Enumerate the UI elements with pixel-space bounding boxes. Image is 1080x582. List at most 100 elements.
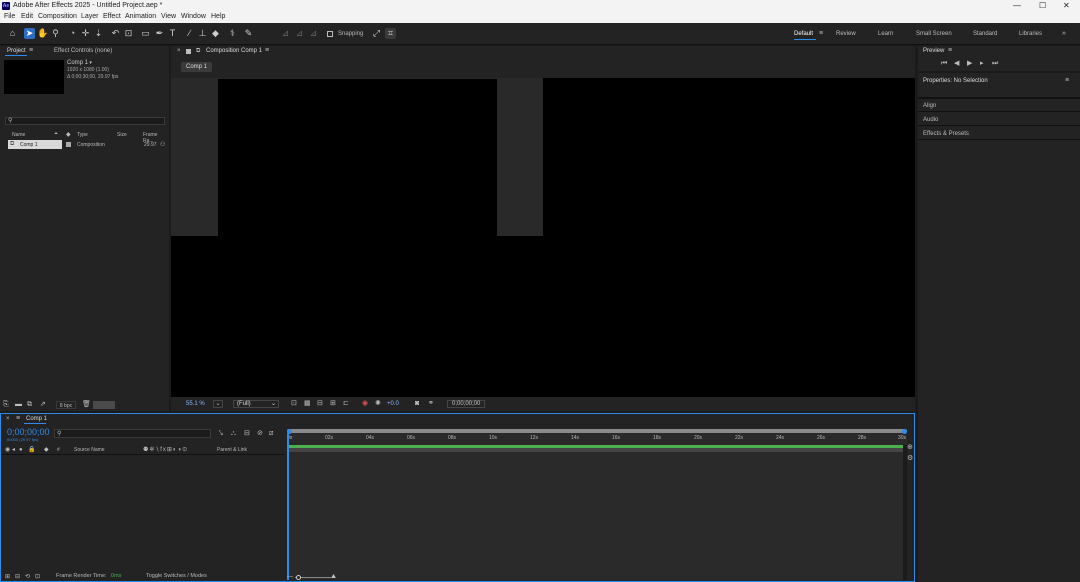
menu-window[interactable]: Window bbox=[181, 13, 206, 20]
timeline-menu-icon[interactable]: ≡ bbox=[16, 415, 20, 423]
col-type[interactable]: Type bbox=[77, 132, 88, 138]
effects-presets-section[interactable]: Effects & Presets bbox=[918, 128, 1080, 140]
draft-3d-icon[interactable]: ⛬ bbox=[231, 430, 236, 438]
region-of-interest-icon[interactable]: ⊡ bbox=[291, 400, 297, 408]
maximize-icon[interactable]: ☐ bbox=[1039, 1, 1046, 10]
preview-menu-icon[interactable]: ≡ bbox=[948, 47, 952, 55]
layer-switches-icon[interactable]: ⊞ bbox=[5, 573, 10, 581]
dolly-camera-icon[interactable]: ⇣ bbox=[93, 28, 104, 39]
label-icon[interactable]: ◆ bbox=[44, 446, 49, 454]
tab-effect-controls[interactable]: Effect Controls (none) bbox=[54, 48, 112, 54]
time-ruler[interactable]: 0s 02s 04s 06s 08s 10s 12s 14s 16s 18s 2… bbox=[287, 435, 907, 444]
parent-link-header[interactable]: Parent & Link bbox=[217, 447, 247, 453]
lock-panel-icon[interactable] bbox=[186, 49, 191, 54]
video-toggle-icon[interactable]: ◉ bbox=[5, 446, 10, 454]
color-channels-icon[interactable]: ◉ bbox=[362, 400, 368, 408]
view-axis-icon[interactable]: ⊿ bbox=[308, 28, 319, 39]
time-graph[interactable]: 0s 02s 04s 06s 08s 10s 12s 14s 16s 18s 2… bbox=[287, 429, 907, 580]
project-menu-icon[interactable]: ≡ bbox=[29, 47, 33, 55]
align-section[interactable]: Align bbox=[918, 100, 1080, 112]
close-tab-icon[interactable]: × bbox=[177, 47, 181, 55]
mask-visibility-icon[interactable]: ⊟ bbox=[317, 400, 323, 408]
snap-options-icon[interactable]: ⤢ bbox=[371, 28, 382, 39]
comp-flowchart-icon[interactable]: ⤥ bbox=[219, 430, 223, 438]
clone-stamp-icon[interactable]: ⊥ bbox=[197, 28, 208, 39]
home-icon[interactable]: ⌂ bbox=[7, 28, 18, 39]
tab-project[interactable]: Project bbox=[7, 48, 26, 54]
puppet-pin-icon[interactable]: ✎ bbox=[243, 28, 254, 39]
graph-editor-icon[interactable]: ⧄ bbox=[269, 430, 273, 438]
comp-breadcrumb[interactable]: Comp 1 bbox=[181, 62, 213, 72]
flowchart-icon[interactable]: ⚇ bbox=[160, 141, 165, 148]
play-icon[interactable]: ▶ bbox=[967, 60, 972, 68]
timeline-tab[interactable]: Comp 1 bbox=[26, 416, 47, 422]
color-swatch[interactable] bbox=[93, 401, 115, 409]
rotation-tool-icon[interactable]: ↶ bbox=[110, 28, 121, 39]
guides-icon[interactable]: ⊞ bbox=[330, 400, 336, 408]
audio-toggle-icon[interactable]: ◂ bbox=[12, 446, 15, 454]
orbit-camera-icon[interactable]: ◔ bbox=[67, 28, 78, 39]
menu-help[interactable]: Help bbox=[211, 13, 225, 20]
in-out-icon[interactable]: ⟲ bbox=[25, 573, 30, 581]
timeline-timecode[interactable]: 0;00;00;00 bbox=[7, 427, 50, 437]
col-size[interactable]: Size bbox=[117, 132, 127, 138]
next-frame-icon[interactable]: ▸ bbox=[980, 60, 984, 68]
timeline-search-input[interactable]: ⚲ bbox=[54, 429, 211, 438]
close-icon[interactable]: ✕ bbox=[1063, 1, 1070, 10]
menu-animation[interactable]: Animation bbox=[125, 13, 156, 20]
toggle-switches-modes[interactable]: Toggle Switches / Modes bbox=[146, 573, 207, 579]
menu-file[interactable]: File bbox=[4, 13, 15, 20]
preview-tab[interactable]: Preview bbox=[923, 48, 944, 54]
transfer-controls-icon[interactable]: ⊟ bbox=[15, 573, 20, 581]
sort-icon[interactable]: ⏶ bbox=[54, 131, 58, 137]
zoom-slider-thumb[interactable] bbox=[296, 575, 301, 580]
zoom-out-icon[interactable]: — bbox=[287, 573, 293, 581]
zoom-tool-icon[interactable]: ⚲ bbox=[50, 28, 61, 39]
pan-behind-tool-icon[interactable]: ⊡ bbox=[123, 28, 134, 39]
snapping-checkbox[interactable] bbox=[327, 31, 333, 37]
shy-layers-icon[interactable]: ⊟ bbox=[244, 430, 250, 438]
prev-frame-icon[interactable]: ◀ bbox=[954, 60, 959, 68]
brush-tool-icon[interactable]: ∕ bbox=[184, 28, 195, 39]
workspace-learn[interactable]: Learn bbox=[878, 31, 893, 37]
pen-tool-icon[interactable]: ✒ bbox=[154, 28, 165, 39]
zoom-value[interactable]: 55.1 % bbox=[186, 401, 205, 407]
exposure-value[interactable]: +0.0 bbox=[387, 401, 399, 407]
frame-blending-icon[interactable]: ⊘ bbox=[257, 430, 263, 438]
local-axis-icon[interactable]: ⊿ bbox=[280, 28, 291, 39]
selection-tool-icon[interactable]: ➤ bbox=[24, 28, 35, 39]
workspace-menu-icon[interactable]: ≡ bbox=[819, 30, 823, 38]
world-axis-icon[interactable]: ⊿ bbox=[294, 28, 305, 39]
label-tag-icon[interactable]: ◆ bbox=[66, 131, 71, 138]
render-time-icon[interactable]: ⊡ bbox=[35, 573, 40, 581]
properties-menu-icon[interactable]: ≡ bbox=[1065, 77, 1069, 85]
row-label-swatch[interactable] bbox=[66, 142, 71, 147]
snapshot-icon[interactable]: ◙ bbox=[415, 400, 419, 408]
snap-grid-icon[interactable]: ⌗ bbox=[385, 28, 396, 39]
workspace-small-screen[interactable]: Small Screen bbox=[916, 31, 952, 37]
adjust-project-icon[interactable]: ⇗ bbox=[40, 401, 46, 409]
comp-tab-label[interactable]: Composition Comp 1 bbox=[206, 48, 262, 54]
transparency-grid-icon[interactable]: ▦ bbox=[304, 400, 311, 408]
interpret-footage-icon[interactable]: ⎘ bbox=[3, 401, 9, 409]
audio-section[interactable]: Audio bbox=[918, 114, 1080, 126]
workspace-standard[interactable]: Standard bbox=[973, 31, 997, 37]
first-frame-icon[interactable]: ⏮ bbox=[941, 60, 947, 68]
zoom-slider[interactable]: — ⛰ bbox=[287, 574, 347, 582]
project-row[interactable]: ⧉ Comp 1 Composition 29.97 ⚇ bbox=[8, 140, 168, 149]
navigator-end-handle[interactable] bbox=[902, 429, 907, 434]
viewer-timecode[interactable]: 0;00;00;00 bbox=[447, 400, 486, 408]
more-workspaces-icon[interactable]: » bbox=[1062, 30, 1066, 38]
time-navigator[interactable] bbox=[287, 429, 907, 433]
source-name-header[interactable]: Source Name bbox=[74, 447, 105, 453]
show-snapshot-icon[interactable]: ⚭ bbox=[428, 400, 434, 408]
type-tool-icon[interactable]: T bbox=[167, 28, 178, 39]
rectangle-tool-icon[interactable]: ▭ bbox=[140, 28, 151, 39]
color-management-icon[interactable]: ✺ bbox=[375, 400, 381, 408]
comp-button-icon[interactable]: ⊕ bbox=[907, 444, 913, 452]
last-frame-icon[interactable]: ⏭ bbox=[992, 60, 998, 68]
zoom-in-icon[interactable]: ⛰ bbox=[331, 573, 336, 581]
menu-composition[interactable]: Composition bbox=[38, 13, 77, 20]
zoom-dropdown-icon[interactable]: ⌄ bbox=[213, 400, 223, 408]
roto-brush-icon[interactable]: ⚕ bbox=[227, 28, 238, 39]
